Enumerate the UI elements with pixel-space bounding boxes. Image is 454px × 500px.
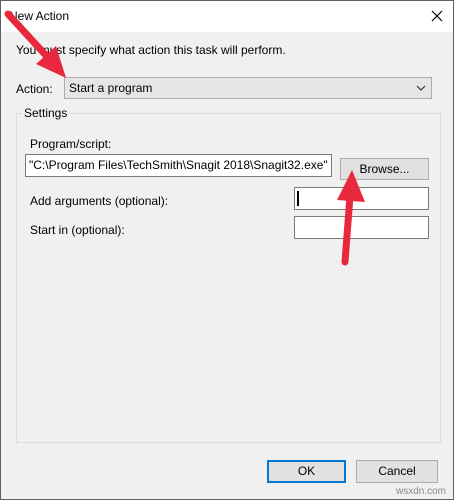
start-in-input[interactable]: [294, 216, 429, 239]
cancel-button[interactable]: Cancel: [356, 460, 438, 483]
program-script-label: Program/script:: [30, 137, 112, 151]
close-icon: [431, 10, 443, 22]
settings-legend: Settings: [21, 106, 71, 120]
chevron-down-icon: [416, 85, 426, 91]
window-title: New Action: [9, 9, 70, 23]
watermark: wsxdn.com: [395, 486, 446, 497]
close-button[interactable]: [421, 1, 453, 32]
add-arguments-input[interactable]: [294, 187, 429, 210]
text-caret: [297, 191, 299, 206]
action-label: Action:: [16, 82, 53, 96]
add-arguments-label: Add arguments (optional):: [30, 194, 169, 208]
instruction-text: You must specify what action this task w…: [16, 43, 286, 57]
action-dropdown[interactable]: Start a program: [64, 77, 432, 99]
start-in-label: Start in (optional):: [30, 223, 125, 237]
new-action-dialog: New Action You must specify what action …: [0, 0, 454, 500]
title-bar[interactable]: New Action: [1, 1, 453, 32]
ok-button[interactable]: OK: [267, 460, 346, 483]
program-script-input[interactable]: "C:\Program Files\TechSmith\Snagit 2018\…: [25, 154, 332, 177]
browse-button[interactable]: Browse...: [340, 158, 429, 180]
action-dropdown-value: Start a program: [69, 81, 153, 95]
